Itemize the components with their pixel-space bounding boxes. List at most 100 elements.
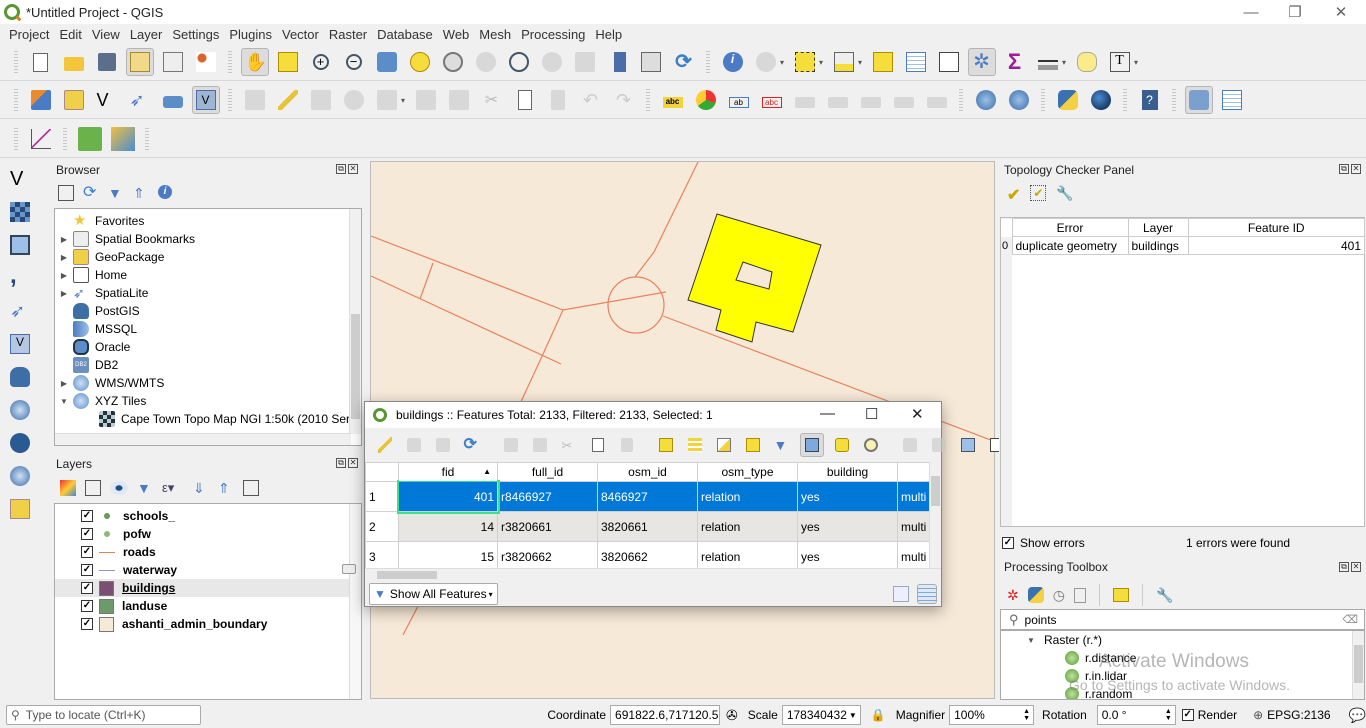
wrench-icon[interactable]: 🔧 [1056, 185, 1073, 205]
layout-manager-button[interactable] [159, 48, 187, 76]
eye-icon[interactable] [110, 481, 128, 495]
table-manager-button[interactable] [1218, 86, 1246, 114]
add-layer-icon[interactable] [58, 185, 74, 201]
browser-item[interactable]: ▶ GeoPackage [55, 248, 361, 266]
map-tips-button[interactable] [1073, 48, 1101, 76]
add-geopackage-layer-button[interactable] [6, 495, 34, 523]
multi-edit-button[interactable] [403, 433, 425, 457]
error-cell[interactable]: duplicate geometry [1011, 236, 1129, 255]
cell-full_id[interactable]: r3820662 [497, 541, 598, 569]
menu-layer[interactable]: Layer [125, 27, 168, 42]
menu-processing[interactable]: Processing [516, 27, 590, 42]
filter-icon[interactable]: ▼ [108, 185, 124, 201]
refresh-icon[interactable]: ⟳ [83, 185, 99, 201]
layer-visibility-checkbox[interactable]: ✓ [81, 600, 93, 612]
georeferencer-button[interactable] [109, 125, 137, 153]
cell-fid[interactable]: 401 [396, 479, 500, 514]
rotate-label-button[interactable] [890, 86, 918, 114]
lock-icon[interactable]: 🔒 [871, 708, 886, 722]
layer-item[interactable]: ✓ pofw [55, 525, 361, 543]
layer-cell[interactable]: buildings [1127, 236, 1189, 255]
pan-map-button[interactable]: ✋ [240, 48, 269, 76]
table-row[interactable]: 3 15 r3820662 3820662 relation yes multi [365, 541, 941, 569]
locator-search-input[interactable]: ⚲ Type to locate (Ctrl+K) [6, 705, 202, 725]
add-wms-button[interactable] [972, 86, 1000, 114]
layer-visibility-checkbox[interactable]: ✓ [81, 546, 93, 558]
temporal-controller-button[interactable] [27, 125, 55, 153]
remove-layer-icon[interactable] [243, 480, 259, 496]
table-row[interactable]: 1 401 r8466927 8466927 relation yes multi [365, 479, 941, 514]
history-icon[interactable]: ◷ [1053, 587, 1065, 604]
close-button[interactable]: ✕ [1318, 0, 1364, 24]
validate-all-icon[interactable]: ✔ [1007, 185, 1020, 205]
rotation-spinbox[interactable]: 0.0 ° ▲ ▼ [1096, 705, 1176, 725]
layer-visibility-checkbox[interactable]: ✓ [81, 564, 93, 576]
menu-vector[interactable]: Vector [277, 27, 324, 42]
column-header-osm-id[interactable]: osm_id [597, 462, 698, 482]
menu-help[interactable]: Help [590, 27, 627, 42]
menu-database[interactable]: Database [372, 27, 438, 42]
expand-arrow-icon[interactable]: ▶ [59, 271, 69, 280]
chevron-down-icon[interactable]: ▾ [401, 96, 409, 105]
expression-filter-icon[interactable]: ε▾ [162, 480, 184, 496]
cell-fid[interactable]: 15 [398, 541, 498, 569]
cell-full_id[interactable]: r8466927 [497, 481, 598, 512]
toggle-editing-button[interactable] [274, 86, 302, 114]
messages-icon[interactable]: 💬 [1349, 707, 1366, 724]
menu-settings[interactable]: Settings [167, 27, 224, 42]
float-panel-icon[interactable]: ⧉ [336, 164, 346, 174]
add-wms-layer-button[interactable] [6, 396, 34, 424]
pan-to-selection-button[interactable] [274, 48, 302, 76]
selected-building[interactable] [687, 213, 822, 343]
measure-line-button[interactable] [1034, 48, 1062, 76]
topology-error-row[interactable]: 0 duplicate geometry buildings 401 [1001, 236, 1365, 255]
form-view-button[interactable] [893, 586, 909, 602]
browser-item[interactable]: ▶ WMS/WMTS [55, 374, 361, 392]
browser-item[interactable]: ▼ XYZ Tiles [55, 392, 361, 410]
chevron-down-icon[interactable]: ▾ [1134, 58, 1142, 67]
corner-header[interactable] [365, 462, 399, 482]
table-view-button[interactable] [917, 584, 937, 604]
add-virtual-layer-button[interactable]: V [6, 330, 34, 358]
browser-scrollbar[interactable] [349, 209, 361, 434]
column-header-error[interactable]: Error [1011, 218, 1129, 237]
zoom-out-button[interactable]: − [340, 48, 368, 76]
layer-filter-indicator-icon[interactable] [342, 564, 356, 574]
zoom-native-button[interactable] [472, 48, 500, 76]
layers-scrollbar[interactable] [349, 504, 361, 699]
chevron-down-icon[interactable]: ▾ [819, 58, 827, 67]
new-virtual-layer-button[interactable] [159, 86, 187, 114]
copy-features-button[interactable] [511, 86, 539, 114]
new-temporary-layer-button[interactable]: V [191, 86, 220, 114]
extents-toggle-icon[interactable]: ✇ [726, 707, 738, 724]
conditional-formatting-button[interactable] [957, 433, 979, 457]
close-button[interactable]: ✕ [911, 405, 924, 423]
browser-item[interactable]: ▶ ➶ SpatiaLite [55, 284, 361, 302]
edit-features-in-place-icon[interactable] [1112, 588, 1129, 602]
zoom-to-selection-button[interactable] [406, 48, 434, 76]
browser-item[interactable]: Cape Town Topo Map NGI 1:50k (2010 Serie… [55, 410, 361, 428]
pin-labels-button[interactable]: ab [725, 86, 753, 114]
zoom-to-layer-button[interactable] [439, 48, 467, 76]
collapse-all-icon[interactable]: ⇑ [133, 185, 149, 201]
pan-to-selected-button[interactable] [831, 433, 853, 457]
new-map-view-button[interactable] [571, 48, 599, 76]
attribute-table-titlebar[interactable]: buildings :: Features Total: 2133, Filte… [365, 402, 941, 428]
vertex-tool-button[interactable] [373, 86, 401, 114]
change-label-button[interactable] [923, 86, 951, 114]
move-label-button[interactable] [857, 86, 885, 114]
restore-button[interactable]: ❐ [1272, 0, 1318, 24]
menu-view[interactable]: View [87, 27, 125, 42]
browser-item[interactable]: ▶ Spatial Bookmarks [55, 230, 361, 248]
menu-raster[interactable]: Raster [324, 27, 372, 42]
current-edits-button[interactable] [241, 86, 269, 114]
menu-edit[interactable]: Edit [54, 27, 86, 42]
cell-osm_type[interactable]: relation [697, 511, 798, 542]
cell-osm_id[interactable]: 3820662 [597, 541, 698, 569]
highlight-labels-button[interactable]: abc [758, 86, 786, 114]
coordinate-field[interactable]: 691822.6,717120.5 [610, 705, 721, 725]
save-project-button[interactable] [93, 48, 121, 76]
close-panel-icon[interactable]: ✕ [348, 458, 358, 468]
topology-checker-button[interactable] [1184, 86, 1213, 114]
spin-arrows-icon[interactable]: ▲ ▼ [1165, 708, 1172, 722]
